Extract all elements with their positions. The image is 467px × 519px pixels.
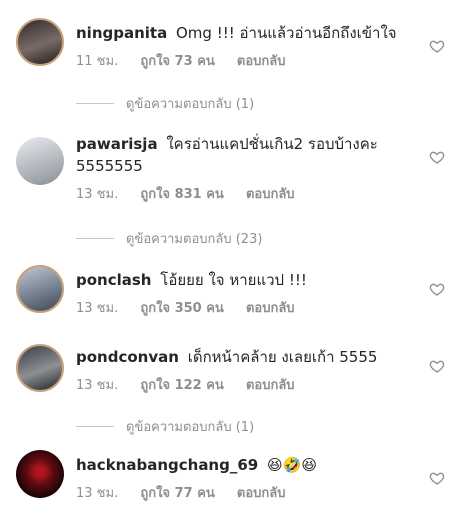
comment-body: pawarisja ใครอ่านแคปชั่นเกิน2 รอบบ้างคะ …	[76, 133, 420, 204]
avatar[interactable]	[16, 18, 64, 66]
view-replies-button[interactable]: ดูข้อความตอบกลับ (1)	[76, 416, 254, 437]
comment-text: โอ้ยยย ใจ หายแวป !!!	[160, 271, 307, 289]
reply-button[interactable]: ตอบกลับ	[246, 297, 295, 318]
comment-meta: 11 ชม. ถูกใจ 73 คน ตอบกลับ	[76, 50, 420, 71]
comment-meta: 13 ชม. ถูกใจ 122 คน ตอบกลับ	[76, 374, 420, 395]
likes-count[interactable]: ถูกใจ 122 คน	[140, 374, 223, 395]
reply-button[interactable]: ตอบกลับ	[246, 374, 295, 395]
likes-count[interactable]: ถูกใจ 350 คน	[140, 297, 223, 318]
comment-text-line: ponclash โอ้ยยย ใจ หายแวป !!!	[76, 269, 420, 291]
heart-outline-icon[interactable]	[429, 38, 445, 54]
likes-count[interactable]: ถูกใจ 77 คน	[140, 482, 214, 503]
username[interactable]: ningpanita	[76, 24, 167, 42]
username[interactable]: pondconvan	[76, 348, 179, 366]
comment-meta: 13 ชม. ถูกใจ 350 คน ตอบกลับ	[76, 297, 420, 318]
comment-text: Omg !!! อ่านแล้วอ่านอีกถึงเข้าใจ	[176, 24, 397, 42]
comment-text: 😆🤣😆	[267, 456, 317, 474]
username[interactable]: pawarisja	[76, 135, 158, 153]
comment-text-line: pondconvan เด็กหน้าคล้าย งเลยเก้า 5555	[76, 346, 420, 368]
avatar[interactable]	[16, 137, 64, 185]
timestamp: 13 ชม.	[76, 378, 119, 393]
username[interactable]: hacknabangchang_69	[76, 456, 258, 474]
view-replies-label: ดูข้อความตอบกลับ (23)	[126, 232, 263, 247]
view-replies-button[interactable]: ดูข้อความตอบกลับ (23)	[76, 228, 262, 249]
heart-outline-icon[interactable]	[429, 281, 445, 297]
comment-text-line: pawarisja ใครอ่านแคปชั่นเกิน2 รอบบ้างคะ …	[76, 133, 420, 177]
comment-list: ningpanita Omg !!! อ่านแล้วอ่านอีกถึงเข้…	[0, 0, 467, 519]
comment-text: เด็กหน้าคล้าย งเลยเก้า 5555	[187, 348, 378, 366]
comment-body: pondconvan เด็กหน้าคล้าย งเลยเก้า 5555 1…	[76, 346, 420, 395]
avatar[interactable]	[16, 450, 64, 498]
timestamp: 13 ชม.	[76, 486, 119, 501]
divider-line	[76, 426, 114, 427]
divider-line	[76, 238, 114, 239]
reply-button[interactable]: ตอบกลับ	[246, 183, 295, 204]
view-replies-button[interactable]: ดูข้อความตอบกลับ (1)	[76, 93, 254, 114]
avatar[interactable]	[16, 344, 64, 392]
heart-outline-icon[interactable]	[429, 149, 445, 165]
reply-button[interactable]: ตอบกลับ	[237, 482, 286, 503]
likes-count[interactable]: ถูกใจ 831 คน	[140, 183, 223, 204]
timestamp: 13 ชม.	[76, 301, 119, 316]
timestamp: 11 ชม.	[76, 54, 119, 69]
comment-body: ningpanita Omg !!! อ่านแล้วอ่านอีกถึงเข้…	[76, 22, 420, 71]
comment-body: ponclash โอ้ยยย ใจ หายแวป !!! 13 ชม. ถูก…	[76, 269, 420, 318]
divider-line	[76, 103, 114, 104]
comment-body: hacknabangchang_69 😆🤣😆 13 ชม. ถูกใจ 77 ค…	[76, 454, 420, 503]
view-replies-label: ดูข้อความตอบกลับ (1)	[126, 420, 255, 435]
likes-count[interactable]: ถูกใจ 73 คน	[140, 50, 214, 71]
username[interactable]: ponclash	[76, 271, 151, 289]
comment-meta: 13 ชม. ถูกใจ 77 คน ตอบกลับ	[76, 482, 420, 503]
reply-button[interactable]: ตอบกลับ	[237, 50, 286, 71]
comment-text-line: ningpanita Omg !!! อ่านแล้วอ่านอีกถึงเข้…	[76, 22, 420, 44]
view-replies-label: ดูข้อความตอบกลับ (1)	[126, 97, 255, 112]
comment-text-line: hacknabangchang_69 😆🤣😆	[76, 454, 420, 476]
heart-outline-icon[interactable]	[429, 470, 445, 486]
timestamp: 13 ชม.	[76, 187, 119, 202]
avatar[interactable]	[16, 265, 64, 313]
comment-meta: 13 ชม. ถูกใจ 831 คน ตอบกลับ	[76, 183, 420, 204]
heart-outline-icon[interactable]	[429, 358, 445, 374]
